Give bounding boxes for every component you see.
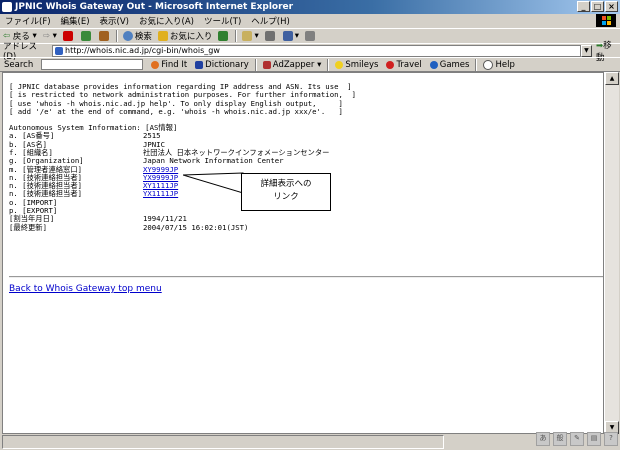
dictionary-label: Dictionary bbox=[205, 59, 249, 70]
refresh-button[interactable] bbox=[78, 31, 96, 41]
status-text-panel bbox=[2, 435, 444, 449]
help-label: Help bbox=[495, 59, 515, 70]
home-button[interactable] bbox=[96, 31, 114, 41]
maximize-button[interactable]: □ bbox=[591, 1, 604, 12]
help-button[interactable]: Help bbox=[479, 59, 518, 70]
page-icon bbox=[55, 46, 63, 55]
menu-bar: ファイル(F) 編集(E) 表示(V) お気に入り(A) ツール(T) ヘルプ(… bbox=[0, 14, 620, 28]
horizontal-rule bbox=[9, 276, 603, 278]
games-icon bbox=[429, 60, 438, 69]
history-icon bbox=[218, 31, 229, 41]
smileys-button[interactable]: Smileys bbox=[331, 60, 382, 70]
menu-tools[interactable]: ツール(T) bbox=[199, 15, 246, 27]
adzapper-icon bbox=[262, 60, 271, 69]
window-title: JPNIC Whois Gateway Out - Microsoft Inte… bbox=[15, 2, 294, 12]
games-label: Games bbox=[439, 59, 470, 70]
findit-button[interactable]: Find It bbox=[147, 60, 191, 70]
language-bar: あ 般 ✎ ▤ ? bbox=[536, 432, 618, 446]
links-separator bbox=[327, 58, 330, 71]
toolbar-separator bbox=[115, 30, 118, 42]
print-button[interactable] bbox=[262, 31, 280, 41]
dictionary-button[interactable]: Dictionary bbox=[191, 60, 253, 70]
favorites-icon bbox=[157, 31, 168, 41]
mail-button[interactable]: ▾ bbox=[239, 31, 261, 41]
ime-icon[interactable]: あ bbox=[536, 432, 550, 446]
mail-icon bbox=[242, 31, 253, 41]
menu-view[interactable]: 表示(V) bbox=[95, 15, 134, 27]
status-bar bbox=[0, 434, 620, 450]
stop-button[interactable] bbox=[60, 31, 78, 41]
address-dropdown-button[interactable]: ▼ bbox=[580, 44, 592, 57]
record-key: [最終更新] bbox=[9, 222, 47, 232]
toolbar-separator bbox=[235, 30, 238, 42]
record-value: 2004/07/15 16:02:01(JST) bbox=[143, 222, 249, 232]
search-label: 検索 bbox=[134, 32, 152, 42]
travel-button[interactable]: Travel bbox=[382, 60, 425, 70]
vertical-scrollbar[interactable]: ▲ ▼ bbox=[604, 72, 619, 434]
discuss-icon bbox=[305, 31, 315, 41]
stop-icon bbox=[62, 31, 73, 41]
findit-label: Find It bbox=[161, 59, 188, 70]
minimize-button[interactable]: _ bbox=[577, 1, 590, 12]
scroll-up-button[interactable]: ▲ bbox=[605, 72, 619, 85]
search-icon bbox=[122, 31, 133, 41]
games-button[interactable]: Games bbox=[426, 60, 474, 70]
search-button[interactable]: 検索 bbox=[120, 30, 155, 42]
windows-logo-icon bbox=[596, 14, 616, 27]
smiley-icon bbox=[335, 60, 344, 69]
close-button[interactable]: × bbox=[605, 1, 618, 12]
ime-tool-icon[interactable]: ✎ bbox=[570, 432, 584, 446]
links-separator bbox=[254, 58, 257, 71]
address-bar: アドレス(D) http://whois.nic.ad.jp/cgi-bin/w… bbox=[0, 40, 620, 63]
menu-help[interactable]: ヘルプ(H) bbox=[246, 15, 295, 27]
callout-pointer bbox=[183, 172, 244, 194]
favorites-label: お気に入り bbox=[169, 32, 213, 42]
menu-edit[interactable]: 編集(E) bbox=[56, 15, 95, 27]
menu-file[interactable]: ファイル(F) bbox=[0, 15, 56, 27]
ime-help-icon[interactable]: ? bbox=[604, 432, 618, 446]
ime-pad-icon[interactable]: ▤ bbox=[587, 432, 601, 446]
annotation-callout: 詳細表示への リンク bbox=[241, 173, 331, 211]
links-toolbar: Search Find It Dictionary AdZapper ▾ Smi… bbox=[0, 57, 620, 72]
adzapper-button[interactable]: AdZapper ▾ bbox=[259, 60, 326, 70]
address-url: http://whois.nic.ad.jp/cgi-bin/whois_gw bbox=[65, 45, 220, 55]
go-arrow-icon: ➡ bbox=[595, 40, 604, 51]
help-icon bbox=[483, 59, 494, 70]
back-to-top-menu-link[interactable]: Back to Whois Gateway top menu bbox=[9, 284, 162, 294]
travel-label: Travel bbox=[396, 59, 422, 70]
smileys-label: Smileys bbox=[345, 59, 379, 70]
adzapper-label: AdZapper bbox=[272, 59, 315, 70]
findit-icon bbox=[151, 60, 160, 69]
menu-favorites[interactable]: お気に入り(A) bbox=[134, 15, 199, 27]
history-button[interactable] bbox=[215, 31, 233, 41]
window-title-bar: JPNIC Whois Gateway Out - Microsoft Inte… bbox=[0, 0, 620, 14]
callout-text: リンク bbox=[273, 192, 299, 202]
edit-icon bbox=[282, 31, 293, 41]
edit-button[interactable]: ▾ bbox=[280, 31, 302, 41]
ie-icon bbox=[2, 2, 12, 12]
home-icon bbox=[98, 31, 109, 41]
dictionary-icon bbox=[195, 60, 204, 69]
callout-text: 詳細表示への bbox=[260, 179, 312, 189]
discuss-button[interactable] bbox=[302, 31, 320, 41]
search-toolbar-label: Search bbox=[4, 59, 34, 70]
favorites-button[interactable]: お気に入り bbox=[155, 30, 216, 42]
print-icon bbox=[264, 31, 275, 41]
standard-toolbar: ⇦ 戻る ▾ ⇨ ▾ 検索 お気に入り ▾ ▾ bbox=[0, 28, 620, 43]
ime-mode-icon[interactable]: 般 bbox=[553, 432, 567, 446]
page-content: [ JPNIC database provides information re… bbox=[2, 72, 604, 434]
refresh-icon bbox=[80, 31, 91, 41]
window-controls: _ □ × bbox=[577, 1, 618, 12]
links-separator bbox=[475, 58, 478, 71]
address-input[interactable]: http://whois.nic.ad.jp/cgi-bin/whois_gw bbox=[52, 44, 581, 57]
contact-handle-link[interactable]: YX1111JP bbox=[143, 189, 178, 198]
toolbar-search-input[interactable] bbox=[41, 59, 144, 70]
travel-pin-icon bbox=[386, 60, 395, 69]
notice-line: [ add '/e' at the end of command, e.g. '… bbox=[9, 106, 343, 116]
